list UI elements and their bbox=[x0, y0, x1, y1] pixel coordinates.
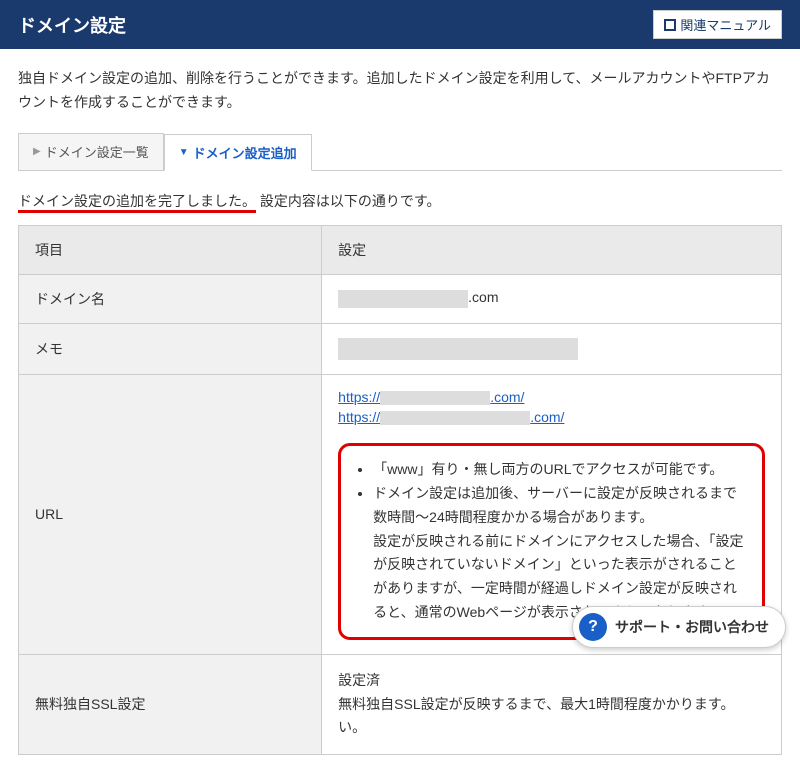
redacted-text bbox=[380, 391, 490, 405]
ssl-note-cont: い。 bbox=[338, 719, 366, 735]
question-icon: ? bbox=[579, 613, 607, 641]
col-header-setting: 設定 bbox=[322, 225, 782, 274]
notice-item: 「www」有り・無し両方のURLでアクセスが可能です。 bbox=[373, 458, 748, 482]
row-value-domain: .com bbox=[322, 274, 782, 323]
page-title: ドメイン設定 bbox=[18, 12, 126, 38]
url-link-1[interactable]: https://.com/ bbox=[338, 389, 524, 405]
content-area: 独自ドメイン設定の追加、削除を行うことができます。追加したドメイン設定を利用して… bbox=[0, 49, 800, 773]
manual-label: 関連マニュアル bbox=[680, 15, 771, 34]
tab-bar: ▶ ドメイン設定一覧 ▼ ドメイン設定追加 bbox=[18, 133, 782, 171]
support-button[interactable]: ? サポート・お問い合わせ bbox=[572, 606, 786, 648]
table-row: メモ bbox=[19, 323, 782, 374]
redacted-text bbox=[380, 411, 530, 425]
book-icon bbox=[664, 19, 676, 31]
row-value-ssl: 設定済 無料独自SSL設定が反映するまで、最大1時間程度かかります。 い。 bbox=[322, 654, 782, 754]
status-highlight: ドメイン設定の追加を完了しました。 bbox=[18, 193, 256, 213]
redacted-text bbox=[338, 290, 468, 308]
row-label-domain: ドメイン名 bbox=[19, 274, 322, 323]
ssl-note: 無料独自SSL設定が反映するまで、最大1時間程度かかります。 bbox=[338, 696, 734, 712]
ssl-status: 設定済 bbox=[338, 669, 765, 693]
table-row: ドメイン名 .com bbox=[19, 274, 782, 323]
related-manual-button[interactable]: 関連マニュアル bbox=[653, 10, 782, 39]
status-message: ドメイン設定の追加を完了しました。 設定内容は以下の通りです。 bbox=[18, 191, 782, 211]
table-row: 無料独自SSL設定 設定済 無料独自SSL設定が反映するまで、最大1時間程度かか… bbox=[19, 654, 782, 754]
col-header-item: 項目 bbox=[19, 225, 322, 274]
row-value-memo bbox=[322, 323, 782, 374]
settings-table: 項目 設定 ドメイン名 .com メモ URL htt bbox=[18, 225, 782, 756]
notice-item: ドメイン設定は追加後、サーバーに設定が反映されるまで数時間～24時間程度かかる場… bbox=[373, 482, 748, 530]
support-label: サポート・お問い合わせ bbox=[615, 617, 769, 637]
chevron-right-icon: ▶ bbox=[33, 146, 41, 157]
page-description: 独自ドメイン設定の追加、削除を行うことができます。追加したドメイン設定を利用して… bbox=[18, 67, 782, 115]
chevron-down-icon: ▼ bbox=[179, 147, 189, 158]
row-label-ssl: 無料独自SSL設定 bbox=[19, 654, 322, 754]
url-link-2[interactable]: https://.com/ bbox=[338, 409, 564, 425]
redacted-text bbox=[338, 338, 578, 360]
tab-domain-list[interactable]: ▶ ドメイン設定一覧 bbox=[18, 133, 164, 170]
status-rest: 設定内容は以下の通りです。 bbox=[260, 193, 441, 209]
tab-domain-add[interactable]: ▼ ドメイン設定追加 bbox=[164, 134, 312, 171]
row-label-memo: メモ bbox=[19, 323, 322, 374]
page-header: ドメイン設定 関連マニュアル bbox=[0, 0, 800, 49]
row-label-url: URL bbox=[19, 374, 322, 654]
